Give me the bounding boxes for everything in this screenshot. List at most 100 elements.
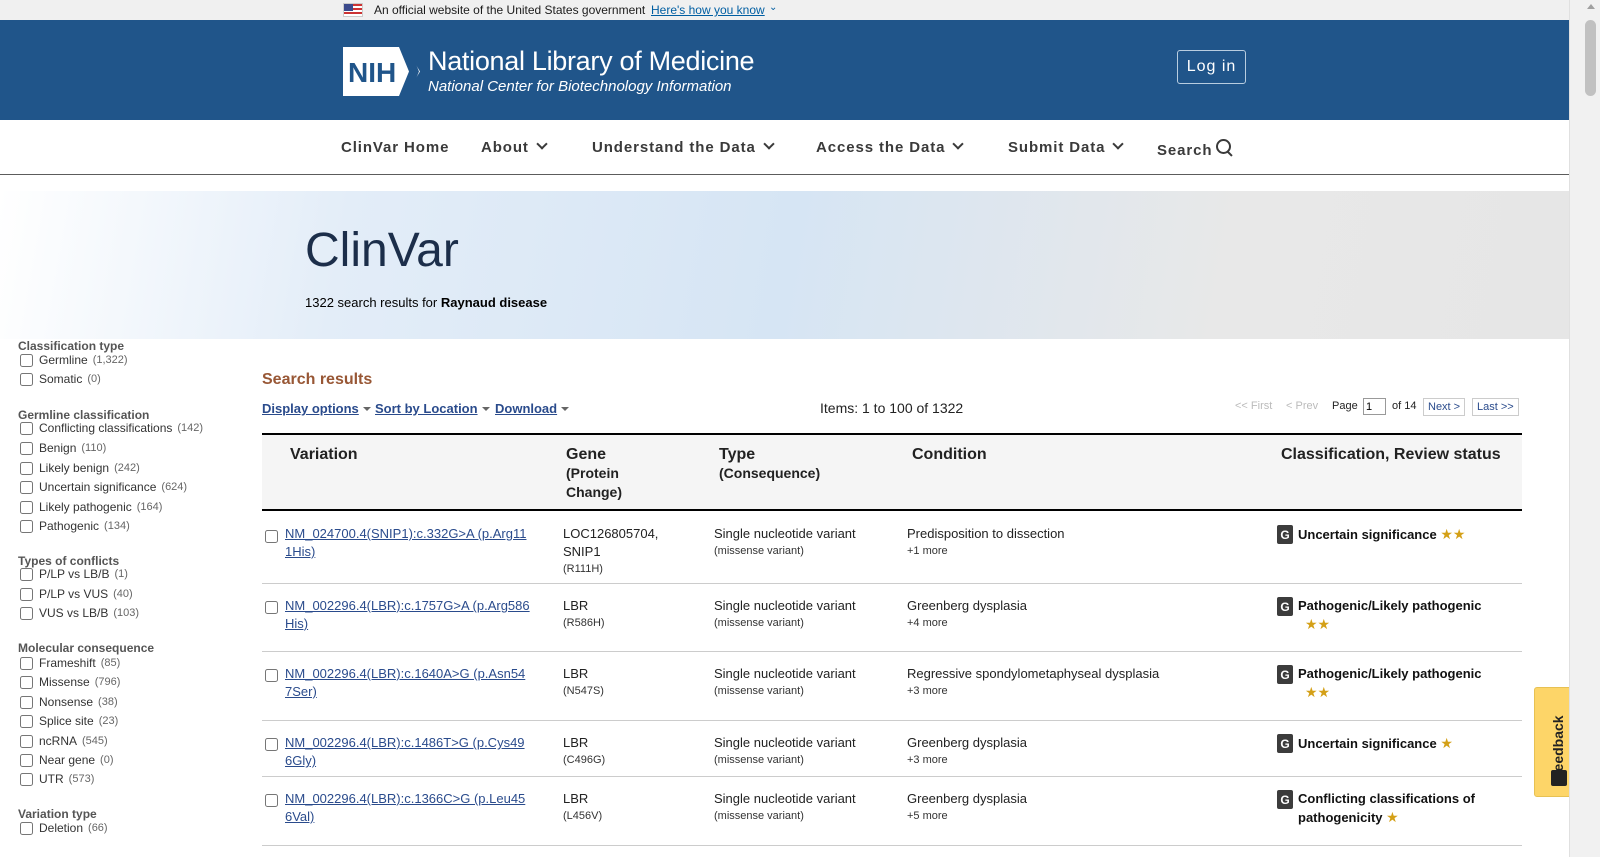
filter-checkbox[interactable] [20,656,33,670]
filter-checkbox[interactable] [20,441,33,455]
filter-label: Somatic [39,372,83,386]
filter-checkbox[interactable] [20,753,33,767]
filter-checkbox[interactable] [20,772,33,786]
filter-checkbox[interactable] [20,734,33,748]
variation-link[interactable]: NM_002296.4(LBR):c.1366C>G (p.Leu45 6Val) [285,790,531,826]
filter-conflicting[interactable]: Conflicting classifications (142) [18,421,203,435]
gene-name[interactable]: LOC126805704, [563,526,658,541]
col-gene[interactable]: Gene (Protein Change) [566,445,622,502]
germline-badge: G [1277,790,1293,809]
nav-access-the-data[interactable]: Access the Data [816,138,965,156]
filter-checkbox[interactable] [20,606,33,620]
row-checkbox[interactable] [265,669,278,682]
more-conditions-link[interactable]: +5 more [907,808,1027,824]
gene-name[interactable]: SNIP1 [563,544,601,559]
filter-checkbox[interactable] [20,821,33,835]
filter-somatic[interactable]: Somatic (0) [18,372,101,386]
col-type[interactable]: Type (Consequence) [719,445,820,483]
variation-line: NM_002296.4(LBR):c.1486T>G (p.Cys49 [285,735,525,750]
display-options-dropdown[interactable]: Display options [262,401,371,416]
nih-logo[interactable]: NIH [343,47,420,96]
protein-change: (C496G) [563,754,606,766]
variation-link[interactable]: NM_002296.4(LBR):c.1757G>A (p.Arg586 His) [285,597,531,633]
filter-plp-vs-vus[interactable]: P/LP vs VUS (40) [18,587,133,601]
pager-last-button[interactable]: Last >> [1472,398,1519,416]
filter-checkbox[interactable] [20,675,33,689]
scrollbar-thumb[interactable] [1585,20,1596,96]
variation-line: 6Gly) [285,753,317,768]
filter-nonsense[interactable]: Nonsense (38) [18,695,118,709]
nav-search[interactable]: Search [1157,139,1234,159]
row-checkbox[interactable] [265,738,278,751]
filter-checkbox[interactable] [20,421,33,435]
download-dropdown[interactable]: Download [495,401,570,416]
page-number-input[interactable] [1363,398,1386,415]
chevron-down-icon[interactable]: ⌄ [769,2,777,13]
more-conditions-link[interactable]: +4 more [907,615,1027,631]
more-conditions-link[interactable]: +3 more [907,752,1027,768]
scroll-up-arrow-icon[interactable] [1587,4,1595,9]
nav-understand-the-data[interactable]: Understand the Data [592,138,775,156]
row-checkbox[interactable] [265,601,278,614]
gene-name[interactable]: LBR [563,666,588,681]
nav-about[interactable]: About [481,138,548,156]
protein-change: (R586H) [563,617,605,629]
pager-next-button[interactable]: Next > [1423,398,1466,416]
filter-checkbox[interactable] [20,500,33,514]
filter-frameshift[interactable]: Frameshift (85) [18,656,120,670]
filter-checkbox[interactable] [20,587,33,601]
pager-prev: < Prev [1286,400,1319,412]
filter-likely-pathogenic[interactable]: Likely pathogenic (164) [18,500,162,514]
filter-label: P/LP vs LB/B [39,567,110,581]
filter-vus-vs-lbb[interactable]: VUS vs LB/B (103) [18,606,139,620]
feedback-button[interactable]: Feedback [1534,687,1569,797]
gene-name[interactable]: LBR [563,598,588,613]
filter-likely-benign[interactable]: Likely benign (242) [18,461,140,475]
filter-checkbox[interactable] [20,480,33,494]
variation-link[interactable]: NM_002296.4(LBR):c.1640A>G (p.Asn54 7Ser) [285,665,531,701]
filter-checkbox[interactable] [20,372,33,386]
filter-splice-site[interactable]: Splice site (23) [18,714,118,728]
filter-germline[interactable]: Germline (1,322) [18,353,128,367]
site-title[interactable]: National Library of Medicine [428,46,755,77]
filter-checkbox[interactable] [20,519,33,533]
nav-submit-data[interactable]: Submit Data [1008,138,1125,156]
pager-first: << First [1235,400,1273,412]
consequence: (missense variant) [714,545,804,557]
filter-checkbox[interactable] [20,714,33,728]
col-classification[interactable]: Classification, Review status [1281,445,1501,464]
type-cell: Single nucleotide variant (missense varia… [714,790,856,824]
dropdown-label: Display options [262,401,359,416]
row-checkbox[interactable] [265,530,278,543]
col-variation[interactable]: Variation [290,445,358,464]
filter-deletion[interactable]: Deletion (66) [18,821,108,835]
filter-pathogenic[interactable]: Pathogenic (134) [18,519,130,533]
gene-name[interactable]: LBR [563,791,588,806]
filter-checkbox[interactable] [20,461,33,475]
page-scrollbar[interactable] [1569,0,1600,857]
filter-plp-vs-lbb[interactable]: P/LP vs LB/B (1) [18,567,128,581]
condition-cell: Regressive spondylometaphyseal dysplasia… [907,665,1159,699]
heres-how-you-know-link[interactable]: Here's how you know [651,3,765,17]
row-checkbox[interactable] [265,794,278,807]
filter-benign[interactable]: Benign (110) [18,441,106,455]
nav-clinvar-home[interactable]: ClinVar Home [341,139,449,156]
filter-uncertain-significance[interactable]: Uncertain significance (624) [18,480,187,494]
more-conditions-link[interactable]: +3 more [907,683,1159,699]
filter-near-gene[interactable]: Near gene (0) [18,753,114,767]
filter-ncrna[interactable]: ncRNA (545) [18,734,108,748]
filter-checkbox[interactable] [20,567,33,581]
filter-count: (573) [68,773,95,785]
gene-name[interactable]: LBR [563,735,588,750]
col-condition[interactable]: Condition [912,445,987,464]
variation-link[interactable]: NM_002296.4(LBR):c.1486T>G (p.Cys49 6Gly) [285,734,531,770]
filter-checkbox[interactable] [20,353,33,367]
review-stars-icon: ★ [1386,809,1399,825]
variation-link[interactable]: NM_024700.4(SNIP1):c.332G>A (p.Arg11 1His… [285,525,531,561]
sort-dropdown[interactable]: Sort by Location [375,401,490,416]
filter-utr[interactable]: UTR (573) [18,772,94,786]
filter-checkbox[interactable] [20,695,33,709]
login-button[interactable]: Log in [1177,50,1246,84]
filter-missense[interactable]: Missense (796) [18,675,120,689]
more-conditions-link[interactable]: +1 more [907,543,1065,559]
